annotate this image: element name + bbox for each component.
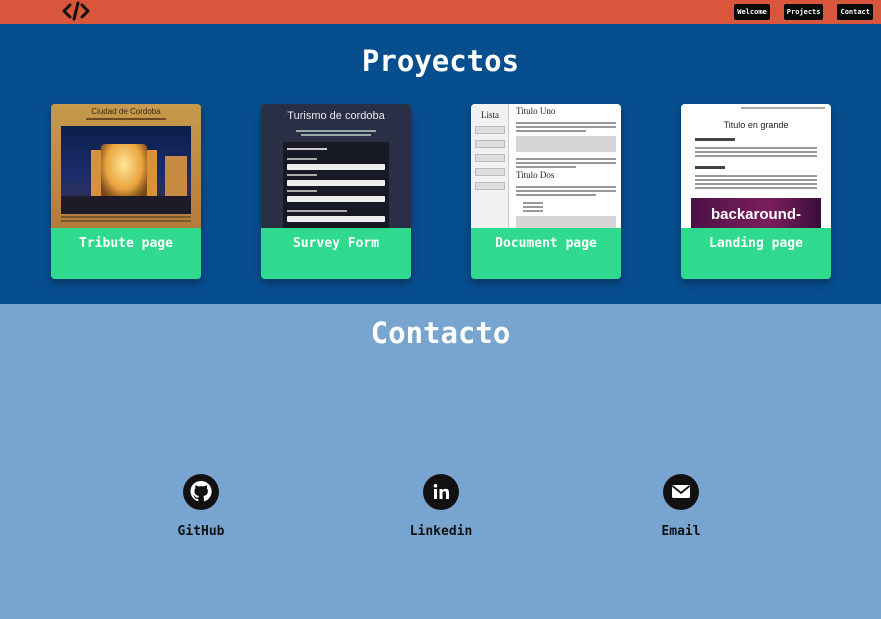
document-thumbnail-sidebar-title: Lista — [481, 110, 499, 120]
survey-thumbnail: Turismo de cordoba — [261, 104, 411, 228]
landing-thumbnail-title: Titulo en grande — [723, 120, 789, 130]
projects-section: Proyectos Ciudad de Cordoba Tribute page… — [0, 24, 881, 304]
document-thumbnail: Lista Titulo Uno Titulo Dos — [471, 104, 621, 228]
github-icon — [183, 474, 219, 510]
project-card-landing[interactable]: Titulo en grande backaround- Landing pag… — [681, 104, 831, 279]
project-card-tribute[interactable]: Ciudad de Cordoba Tribute page — [51, 104, 201, 279]
contact-linkedin-link[interactable]: Linkedin — [381, 474, 501, 539]
contact-github-link[interactable]: GitHub — [141, 474, 261, 539]
project-card-survey[interactable]: Turismo de cordoba Survey Form — [261, 104, 411, 279]
survey-card-label: Survey Form — [261, 228, 411, 279]
document-thumbnail-subtitle: Titulo Dos — [516, 170, 555, 180]
project-card-document[interactable]: Lista Titulo Uno Titulo Dos Document pag… — [471, 104, 621, 279]
nav-link-welcome[interactable]: Welcome — [734, 4, 770, 20]
linkedin-label: Linkedin — [409, 524, 473, 539]
document-thumbnail-title: Titulo Uno — [516, 106, 556, 116]
landing-card-label: Landing page — [681, 228, 831, 279]
nav-links: Welcome Projects Contact — [734, 4, 873, 20]
email-icon — [663, 474, 699, 510]
survey-thumbnail-title: Turismo de cordoba — [287, 110, 385, 122]
landing-thumbnail: Titulo en grande backaround- — [681, 104, 831, 228]
nav-link-contact[interactable]: Contact — [837, 4, 873, 20]
contact-section: Contacto GitHub Linkedin Email — [0, 304, 881, 619]
linkedin-icon — [423, 474, 459, 510]
nav-link-projects[interactable]: Projects — [783, 4, 824, 20]
tribute-thumbnail: Ciudad de Cordoba — [51, 104, 201, 228]
tribute-card-label: Tribute page — [51, 228, 201, 279]
projects-title: Proyectos — [361, 44, 520, 78]
github-label: GitHub — [177, 524, 225, 539]
contact-title: Contacto — [370, 316, 511, 350]
email-label: Email — [661, 524, 701, 539]
contact-email-link[interactable]: Email — [621, 474, 741, 539]
document-card-label: Document page — [471, 228, 621, 279]
navbar: Welcome Projects Contact — [0, 0, 881, 24]
tribute-thumbnail-title: Ciudad de Cordoba — [91, 107, 161, 116]
landing-thumbnail-banner: backaround- — [710, 206, 801, 223]
code-icon[interactable] — [62, 1, 90, 21]
